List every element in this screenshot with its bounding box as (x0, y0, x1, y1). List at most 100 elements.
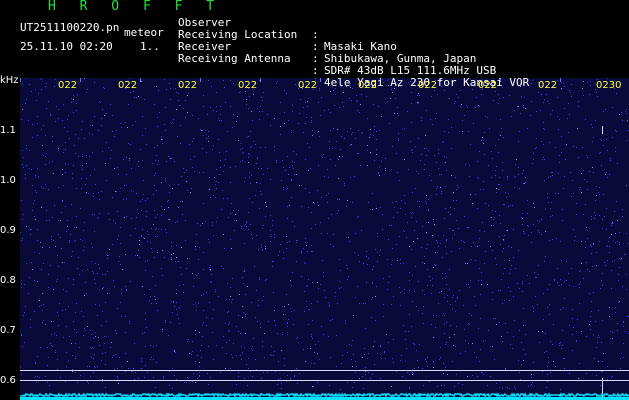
noise-dot (329, 306, 330, 307)
noise-dot (317, 202, 318, 203)
noise-dot (45, 376, 46, 377)
noise-dot (547, 197, 548, 198)
noise-dot (283, 189, 284, 190)
noise-dot (286, 248, 287, 249)
noise-dot (318, 205, 319, 206)
noise-dot (53, 173, 54, 174)
image-filename: UT2511100220.pn (20, 21, 120, 34)
noise-dot (51, 239, 52, 240)
noise-dot (622, 286, 623, 287)
noise-dot (130, 78, 131, 79)
noise-dot (616, 201, 617, 202)
noise-dot (578, 101, 579, 102)
noise-dot (199, 375, 200, 376)
noise-dot (592, 127, 593, 128)
noise-dot (605, 174, 606, 175)
noise-dot (515, 268, 516, 269)
noise-dot (152, 276, 153, 277)
noise-dot (213, 309, 214, 310)
noise-dot (38, 93, 39, 94)
x-tick-label: 022 (418, 80, 438, 91)
noise-dot (216, 181, 217, 182)
noise-dot (391, 386, 392, 387)
noise-dot (549, 103, 550, 104)
noise-dot (165, 322, 166, 323)
noise-dot (37, 168, 38, 169)
noise-dot (74, 145, 75, 146)
noise-dot (178, 307, 179, 308)
noise-dot (270, 230, 271, 231)
noise-dot (210, 269, 211, 270)
noise-dot (600, 288, 601, 289)
noise-dot (539, 221, 540, 222)
noise-dot (22, 346, 23, 347)
noise-dot (562, 345, 563, 346)
noise-dot (404, 231, 405, 232)
noise-dot (538, 265, 539, 266)
noise-dot (626, 140, 627, 141)
noise-dot (491, 177, 492, 178)
noise-dot (74, 241, 75, 242)
noise-dot (286, 93, 287, 94)
noise-dot (444, 333, 445, 334)
noise-dot (617, 241, 618, 242)
noise-dot (321, 197, 322, 198)
noise-dot (361, 133, 362, 134)
noise-dot (616, 131, 617, 132)
noise-dot (556, 238, 557, 239)
noise-dot (349, 344, 350, 345)
noise-dot (485, 251, 486, 252)
noise-dot (81, 188, 82, 189)
noise-dot (400, 263, 401, 264)
noise-dot (417, 95, 418, 96)
noise-dot (623, 357, 624, 358)
noise-dot (358, 153, 359, 154)
noise-dot (283, 252, 284, 253)
noise-dot (84, 246, 85, 247)
noise-dot (508, 206, 509, 207)
noise-dot (263, 225, 264, 226)
noise-dot (262, 249, 263, 250)
noise-dot (624, 254, 625, 255)
noise-dot (505, 368, 506, 369)
noise-dot (246, 221, 247, 222)
noise-dot (404, 293, 405, 294)
noise-dot (73, 279, 74, 280)
noise-dot (76, 103, 77, 104)
noise-dot (58, 325, 59, 326)
noise-dot (128, 104, 129, 105)
noise-dot (77, 94, 78, 95)
noise-dot (611, 223, 612, 224)
noise-dot (449, 269, 450, 270)
noise-dot (447, 295, 448, 296)
noise-dot (396, 153, 397, 154)
noise-dot (147, 198, 148, 199)
noise-dot (531, 232, 532, 233)
noise-dot (265, 216, 266, 217)
noise-dot (307, 251, 308, 252)
noise-dot (102, 353, 103, 354)
noise-dot (181, 176, 182, 177)
noise-dot (444, 297, 445, 298)
noise-dot (66, 326, 67, 327)
noise-dot (124, 185, 125, 186)
noise-dot (278, 379, 279, 380)
noise-dot (155, 236, 156, 237)
noise-dot (175, 352, 176, 353)
noise-dot (376, 286, 377, 287)
noise-dot (22, 109, 23, 110)
noise-dot (176, 293, 177, 294)
noise-dot (330, 91, 331, 92)
noise-dot (590, 316, 591, 317)
noise-dot (43, 188, 44, 189)
noise-dot (611, 225, 612, 226)
noise-dot (305, 242, 306, 243)
noise-dot (514, 110, 515, 111)
noise-dot (336, 366, 337, 367)
noise-dot (292, 165, 293, 166)
noise-dot (185, 240, 186, 241)
noise-dot (432, 124, 433, 125)
noise-dot (125, 254, 126, 255)
noise-dot (267, 114, 268, 115)
noise-dot (372, 269, 373, 270)
